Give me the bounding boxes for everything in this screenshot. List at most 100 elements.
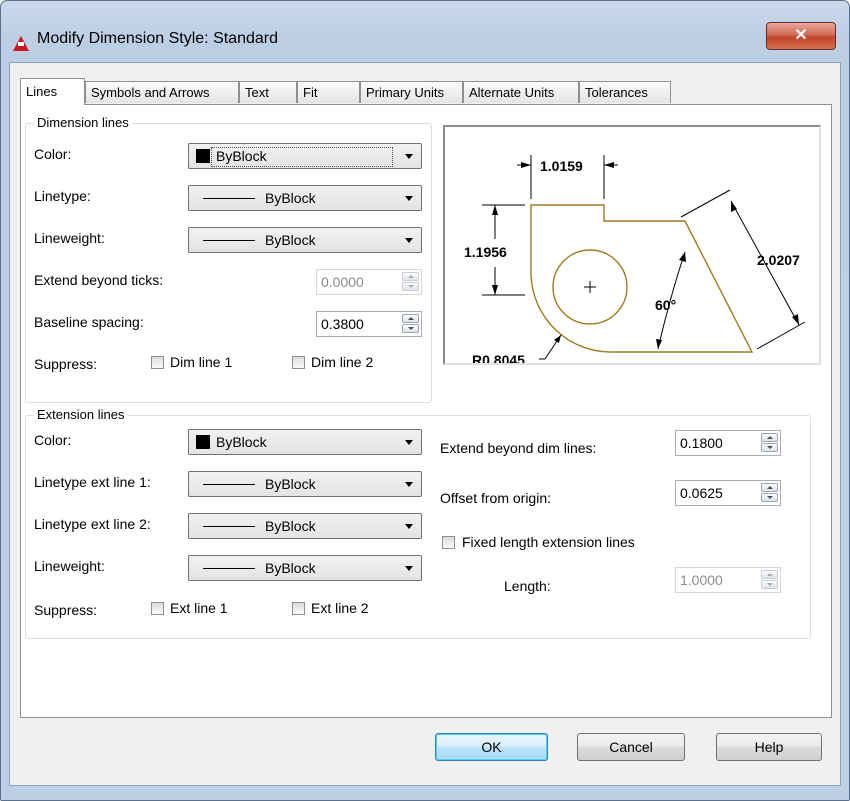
ext-line-2-checkbox[interactable]	[292, 602, 305, 615]
preview-drawing: 1.0159 1.1956 2.0207 60° R0.8045	[464, 155, 806, 368]
linetype-ext-line-1-value: ByBlock	[265, 476, 316, 492]
fixed-length-label: Fixed length extension lines	[462, 534, 635, 550]
close-button[interactable]: ✕	[766, 22, 836, 50]
dialog-window: Modify Dimension Style: Standard ✕ Lines…	[0, 0, 850, 801]
linetype-ext-line-2-dropdown[interactable]: ByBlock	[188, 513, 422, 539]
tab-text[interactable]: Text	[239, 81, 297, 103]
extend-beyond-dim-lines-spinner[interactable]: 0.1800	[675, 430, 781, 456]
color-swatch	[196, 435, 210, 449]
spin-up-icon[interactable]	[761, 483, 778, 492]
dim-linetype-value: ByBlock	[265, 190, 316, 206]
dim-linetype-dropdown[interactable]: ByBlock	[188, 185, 422, 211]
ext-line-2-label: Ext line 2	[311, 600, 369, 616]
title-bar[interactable]: Modify Dimension Style: Standard ✕	[1, 1, 849, 57]
spin-up-icon	[761, 570, 778, 579]
preview-geometry	[530, 204, 754, 353]
ext-color-dropdown[interactable]: ByBlock	[188, 429, 422, 455]
preview-radius-dimension: R0.8045	[472, 352, 525, 363]
linetype-sample	[203, 526, 255, 527]
offset-from-origin-label: Offset from origin:	[440, 490, 552, 506]
extend-beyond-dim-lines-label: Extend beyond dim lines:	[440, 440, 597, 456]
spin-down-icon[interactable]	[761, 493, 778, 502]
tab-lines[interactable]: Lines	[20, 78, 85, 105]
spin-down-icon[interactable]	[761, 443, 778, 452]
spin-down-icon	[761, 580, 778, 589]
chevron-down-icon	[405, 154, 413, 159]
spin-up-icon	[402, 272, 419, 281]
dim-lineweight-label: Lineweight:	[34, 230, 105, 246]
dim-linetype-label: Linetype:	[34, 188, 91, 204]
dim-lineweight-value: ByBlock	[265, 232, 316, 248]
spinner-buttons[interactable]	[761, 433, 778, 453]
preview-top-dimension: 1.0159	[540, 158, 583, 174]
tab-primary-units[interactable]: Primary Units	[360, 81, 463, 103]
tab-fit[interactable]: Fit	[297, 81, 360, 103]
autocad-logo-icon	[13, 36, 29, 51]
ext-color-value: ByBlock	[216, 434, 267, 450]
dim-line-2-checkbox[interactable]	[292, 356, 305, 369]
focus-rect	[211, 147, 393, 167]
arrowheads	[492, 162, 799, 349]
chevron-down-icon	[405, 196, 413, 201]
spin-up-icon[interactable]	[761, 433, 778, 442]
preview-angle-dimension: 60°	[655, 297, 676, 313]
ok-button[interactable]: OK	[435, 733, 548, 761]
dim-color-dropdown[interactable]: ByBlock	[188, 143, 422, 169]
extend-beyond-ticks-spinner: 0.0000	[316, 269, 422, 295]
ext-color-label: Color:	[34, 432, 72, 448]
linetype-ext-line-2-label: Linetype ext line 2:	[34, 516, 151, 532]
ext-line-1-checkbox[interactable]	[151, 602, 164, 615]
preview-right-dimension: 2.0207	[757, 252, 800, 268]
tab-tolerances[interactable]: Tolerances	[579, 81, 671, 103]
baseline-spacing-value: 0.3800	[321, 316, 364, 332]
tab-alternate-units[interactable]: Alternate Units	[463, 81, 579, 103]
spin-up-icon[interactable]	[402, 314, 419, 323]
ext-suppress-label: Suppress:	[34, 602, 98, 618]
tab-symbols-and-arrows[interactable]: Symbols and Arrows	[85, 81, 239, 103]
baseline-spacing-spinner[interactable]: 0.3800	[316, 311, 422, 337]
extend-beyond-ticks-value: 0.0000	[321, 274, 364, 290]
spin-down-icon[interactable]	[402, 324, 419, 333]
chevron-down-icon	[405, 524, 413, 529]
dim-line-2-label: Dim line 2	[311, 354, 374, 370]
dimension-lines-group: Dimension lines Color: ByBlock Linetype:…	[25, 115, 432, 403]
offset-from-origin-spinner[interactable]: 0.0625	[675, 480, 781, 506]
chevron-down-icon	[405, 440, 413, 445]
help-button[interactable]: Help	[716, 733, 822, 761]
window-title: Modify Dimension Style: Standard	[37, 30, 278, 47]
extension-lines-group: Extension lines Color: ByBlock Linetype …	[25, 407, 811, 639]
part-outline	[530, 204, 754, 353]
linetype-sample	[203, 484, 255, 485]
dimension-preview: 1.0159 1.1956 2.0207 60° R0.8045	[443, 125, 821, 368]
ext-lineweight-dropdown[interactable]: ByBlock	[188, 555, 422, 581]
chevron-down-icon	[405, 482, 413, 487]
ext-lineweight-value: ByBlock	[265, 560, 316, 576]
spinner-buttons	[761, 570, 778, 590]
chevron-down-icon	[405, 238, 413, 243]
dim-lineweight-dropdown[interactable]: ByBlock	[188, 227, 422, 253]
spinner-buttons[interactable]	[761, 483, 778, 503]
spinner-buttons	[402, 272, 419, 292]
spinner-buttons[interactable]	[402, 314, 419, 334]
length-spinner: 1.0000	[675, 567, 781, 593]
extend-beyond-ticks-label: Extend beyond ticks:	[34, 272, 164, 288]
extend-beyond-dim-lines-value: 0.1800	[680, 435, 723, 451]
spin-down-icon	[402, 282, 419, 291]
length-label: Length:	[504, 578, 551, 594]
ext-line-1-label: Ext line 1	[170, 600, 228, 616]
cancel-button[interactable]: Cancel	[577, 733, 685, 761]
preview-left-dimension: 1.1956	[464, 244, 507, 260]
ext-lineweight-label: Lineweight:	[34, 558, 105, 574]
baseline-spacing-label: Baseline spacing:	[34, 314, 144, 330]
linetype-ext-line-2-value: ByBlock	[265, 518, 316, 534]
lineweight-sample	[203, 568, 255, 569]
length-value: 1.0000	[680, 572, 723, 588]
dim-line-1-checkbox[interactable]	[151, 356, 164, 369]
dialog-body: Lines Symbols and Arrows Text Fit Primar…	[9, 62, 841, 786]
fixed-length-checkbox[interactable]	[442, 536, 455, 549]
chevron-down-icon	[405, 566, 413, 571]
linetype-sample	[203, 198, 255, 199]
lines-tab-panel: Dimension lines Color: ByBlock Linetype:…	[20, 104, 832, 718]
linetype-ext-line-1-dropdown[interactable]: ByBlock	[188, 471, 422, 497]
dim-line-1-label: Dim line 1	[170, 354, 233, 370]
